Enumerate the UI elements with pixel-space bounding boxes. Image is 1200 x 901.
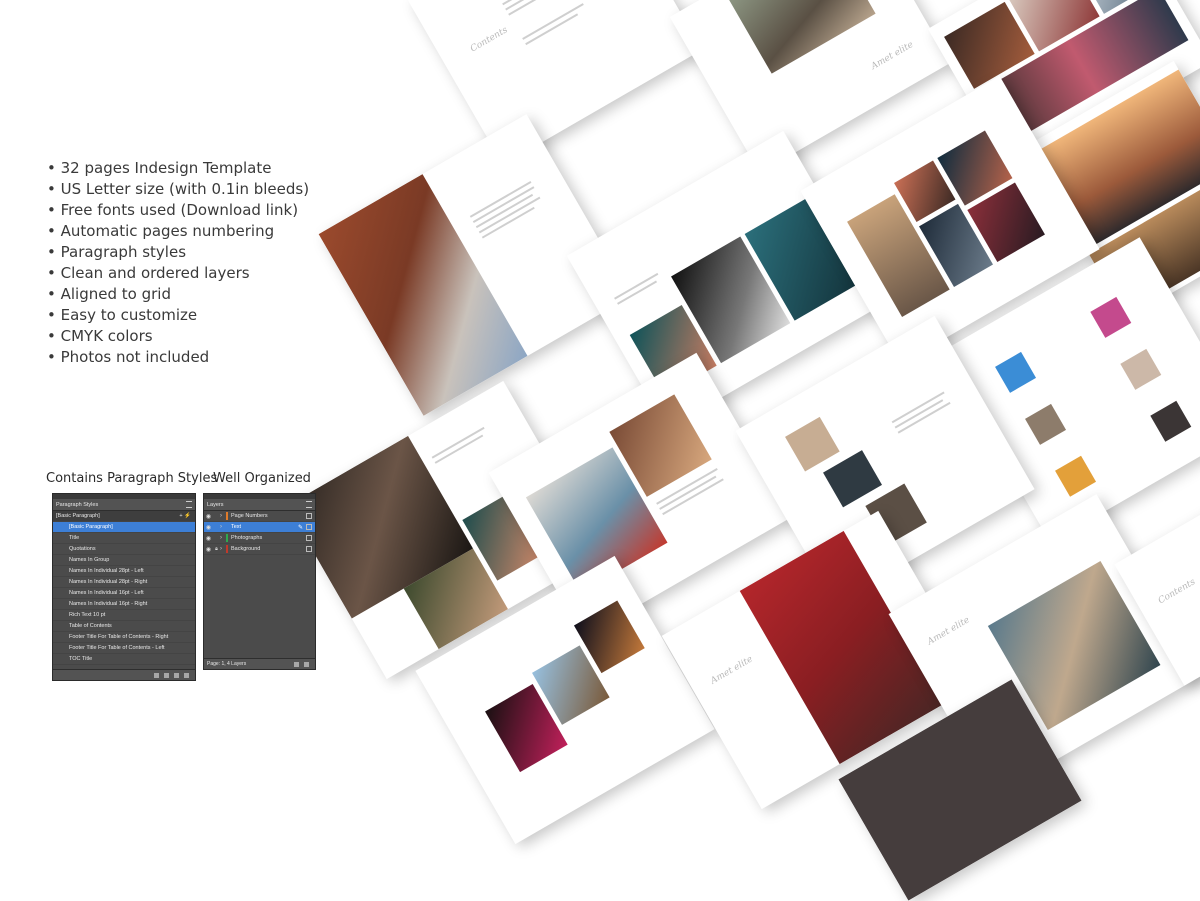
base-style-label: [Basic Paragraph]	[56, 513, 100, 519]
amet-heading: Amet elite	[869, 39, 916, 72]
layers-status: Page: 1, 4 Layers	[207, 661, 247, 667]
style-item[interactable]: TOC Title	[53, 654, 195, 665]
paragraph-styles-tab[interactable]: Paragraph Styles	[56, 502, 186, 508]
paragraph-styles-caption: Contains Paragraph Styles	[46, 471, 218, 486]
panel-footer	[53, 669, 195, 680]
layer-target-icon[interactable]	[306, 513, 312, 519]
photo	[1150, 400, 1192, 442]
amet-heading: Amet elite	[709, 654, 755, 687]
photo	[726, 0, 876, 74]
layers-caption: Well Organized	[213, 471, 311, 486]
layer-name: Photographs	[231, 535, 263, 541]
feature-item: US Letter size (with 0.1in bleeds)	[47, 179, 309, 200]
layer-color-swatch	[226, 534, 228, 542]
page-mockup: Contents	[407, 0, 703, 165]
eye-icon[interactable]: ◉	[204, 524, 213, 531]
folder-icon[interactable]	[154, 672, 159, 678]
style-item[interactable]: Quotations	[53, 544, 195, 555]
photo	[995, 351, 1037, 393]
panel-tab-row: Paragraph Styles	[53, 499, 195, 511]
feature-item: Clean and ordered layers	[47, 263, 309, 284]
trash-icon[interactable]	[184, 672, 189, 678]
layer-target-icon[interactable]	[306, 535, 312, 541]
style-item[interactable]: Rich Text 10 pt	[53, 610, 195, 621]
style-item[interactable]: Names In Individual 16pt - Left	[53, 588, 195, 599]
panel-footer: Page: 1, 4 Layers	[204, 658, 315, 669]
layer-row[interactable]: ◉ 🔒︎ › Background	[204, 544, 315, 555]
photo	[1025, 403, 1067, 445]
panel-menu-icon[interactable]	[306, 501, 312, 508]
feature-item: 32 pages Indesign Template	[47, 158, 309, 179]
base-style-row[interactable]: [Basic Paragraph] + ⚡	[53, 511, 195, 522]
photo	[847, 194, 950, 317]
amet-heading: Amet elite	[925, 615, 972, 648]
layer-color-swatch	[226, 523, 228, 531]
contents-heading: Contents	[1156, 577, 1198, 607]
style-item[interactable]: Names In Group	[53, 555, 195, 566]
feature-item: CMYK colors	[47, 326, 309, 347]
photo	[1090, 296, 1132, 338]
style-item[interactable]: [Basic Paragraph]	[53, 522, 195, 533]
new-layer-icon[interactable]	[294, 661, 299, 667]
layer-row[interactable]: ◉ › Text ✎	[204, 522, 315, 533]
clear-overrides-icon[interactable]	[164, 672, 169, 678]
new-item-icon[interactable]	[174, 672, 179, 678]
layer-row[interactable]: ◉ › Page Numbers	[204, 511, 315, 522]
layer-name: Background	[231, 546, 261, 552]
paragraph-styles-panel: Paragraph Styles [Basic Paragraph] + ⚡ […	[52, 493, 196, 681]
eye-icon[interactable]: ◉	[204, 513, 213, 520]
photo	[785, 416, 840, 472]
feature-item: Free fonts used (Download link)	[47, 200, 309, 221]
new-style-icon[interactable]: + ⚡	[179, 511, 191, 521]
style-item[interactable]: Footer Title For Table of Contents - Lef…	[53, 643, 195, 654]
layer-row[interactable]: ◉ › Photographs	[204, 533, 315, 544]
layer-name: Page Numbers	[231, 513, 268, 519]
style-item[interactable]: Footer Title For Table of Contents - Rig…	[53, 632, 195, 643]
layer-color-swatch	[226, 512, 228, 520]
layer-name: Text	[231, 524, 242, 530]
layer-target-icon[interactable]	[306, 546, 312, 552]
lock-icon[interactable]: 🔒︎	[213, 546, 220, 552]
pen-icon: ✎	[297, 524, 303, 531]
layers-panel: Layers ◉ › Page Numbers ◉ › Text ✎ ◉ › P…	[203, 493, 316, 670]
photo	[318, 174, 528, 416]
panel-tab-row: Layers	[204, 499, 315, 511]
contents-heading: Contents	[468, 25, 510, 55]
feature-list: 32 pages Indesign Template US Letter siz…	[47, 158, 309, 368]
photo	[1120, 348, 1162, 390]
style-item[interactable]: Names In Individual 28pt - Left	[53, 566, 195, 577]
panel-menu-icon[interactable]	[186, 501, 192, 508]
feature-item: Photos not included	[47, 347, 309, 368]
eye-icon[interactable]: ◉	[204, 546, 213, 553]
feature-item: Automatic pages numbering	[47, 221, 309, 242]
photo	[823, 450, 883, 508]
style-item[interactable]: Names In Individual 28pt - Right	[53, 577, 195, 588]
layers-tab[interactable]: Layers	[207, 502, 306, 508]
eye-icon[interactable]: ◉	[204, 535, 213, 542]
layer-color-swatch	[226, 545, 228, 553]
style-item[interactable]: Names In Individual 16pt - Right	[53, 599, 195, 610]
style-item[interactable]: Title	[53, 533, 195, 544]
feature-item: Paragraph styles	[47, 242, 309, 263]
trash-icon[interactable]	[304, 661, 309, 667]
feature-item: Aligned to grid	[47, 284, 309, 305]
photo	[1055, 455, 1097, 497]
feature-item: Easy to customize	[47, 305, 309, 326]
style-item[interactable]: Table of Contents	[53, 621, 195, 632]
layer-target-icon[interactable]	[306, 524, 312, 530]
